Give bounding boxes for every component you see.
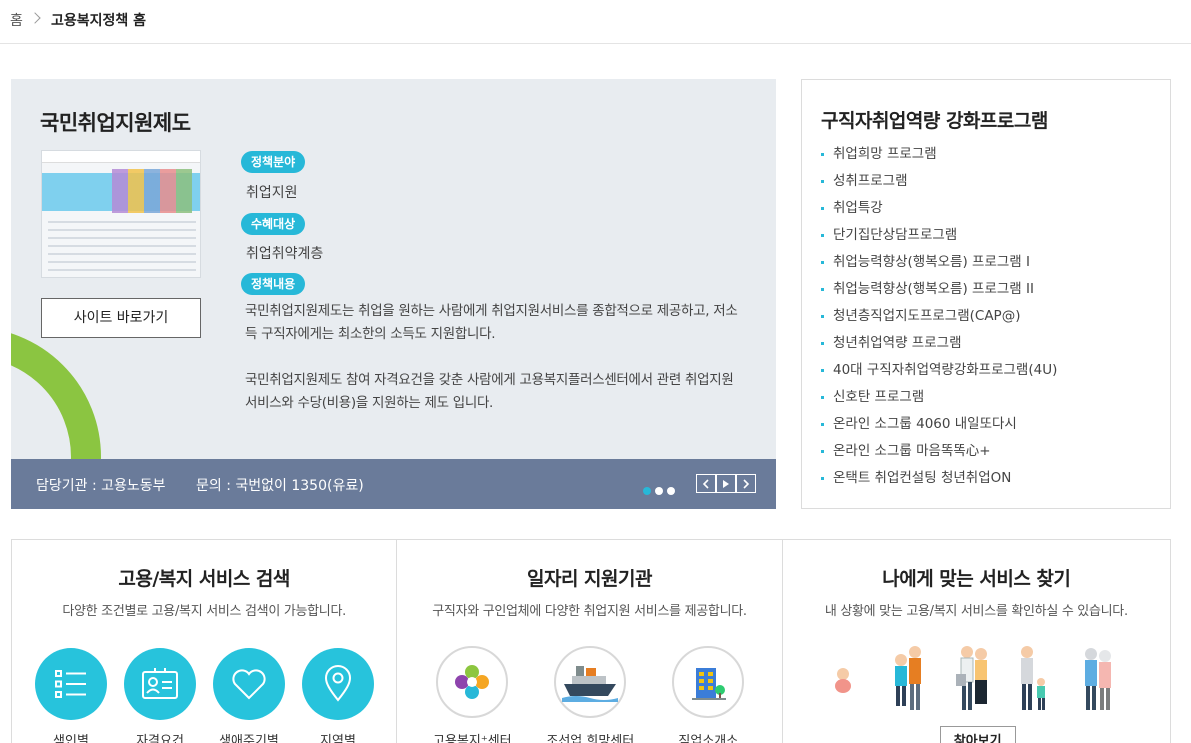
- panel-title: 일자리 지원기관: [527, 568, 652, 590]
- feature-title: 국민취업지원제도: [40, 111, 191, 135]
- lifecycle-search-button[interactable]: [213, 648, 285, 720]
- job-agency-label[interactable]: 직업소개소: [653, 730, 763, 743]
- contact-text: 문의 : 국번없이 1350(유료): [196, 478, 364, 494]
- program-link[interactable]: 취업능력향상(행복오름) 프로그램 I: [821, 250, 1057, 277]
- play-icon: [723, 479, 729, 488]
- site-visit-button[interactable]: 사이트 바로가기: [41, 298, 201, 338]
- breadcrumb-home-link[interactable]: 홈: [10, 10, 23, 30]
- field-value: 취업지원: [246, 185, 298, 201]
- region-search-button[interactable]: [302, 648, 374, 720]
- employment-welfare-center-button[interactable]: [436, 646, 509, 718]
- find-service-button[interactable]: 찾아보기: [939, 726, 1016, 743]
- ship-icon: [562, 666, 619, 702]
- service-panels: 고용/복지 서비스 검색 다양한 조건별로 고용/복지 서비스 검색이 가능합니…: [11, 539, 1171, 743]
- program-link[interactable]: 온라인 소그룹 마음똑똑心+: [821, 439, 1057, 466]
- program-link[interactable]: 청년층직업지도프로그램(CAP@): [821, 304, 1057, 331]
- chevron-right-icon: [29, 12, 41, 24]
- service-finder-panel: 나에게 맞는 서비스 찾기 내 상황에 맞는 고용/복지 서비스를 확인하실 수…: [783, 540, 1170, 743]
- shipbuilding-center-label[interactable]: 조선업 희망센터: [535, 730, 645, 743]
- panel-title: 고용/복지 서비스 검색: [118, 568, 290, 590]
- program-list: 취업희망 프로그램 성취프로그램 취업특강 단기집단상담프로그램 취업능력향상(…: [821, 142, 1057, 493]
- agency-text: 담당기관 : 고용노동부: [36, 478, 166, 494]
- shipbuilding-center-button[interactable]: [554, 646, 627, 718]
- program-link[interactable]: 취업능력향상(행복오름) 프로그램 II: [821, 277, 1057, 304]
- next-slide-button[interactable]: [736, 474, 756, 493]
- panel-subtitle: 다양한 조건별로 고용/복지 서비스 검색이 가능합니다.: [62, 604, 346, 619]
- program-list-box: 구직자취업역량 강화프로그램 취업희망 프로그램 성취프로그램 취업특강 단기집…: [801, 79, 1171, 509]
- program-list-title: 구직자취업역량 강화프로그램: [821, 110, 1048, 132]
- welfare-center-logo-icon: [455, 665, 490, 699]
- slide-dot[interactable]: [667, 487, 675, 495]
- panel-subtitle: 구직자와 구인업체에 다양한 취업지원 서비스를 제공합니다.: [432, 604, 747, 619]
- id-card-icon: [142, 668, 178, 699]
- lifecycle-search-label[interactable]: 생애주기별: [204, 730, 294, 743]
- policy-description: 국민취업지원제도는 취업을 원하는 사람에게 취업지원서비스를 종합적으로 제공…: [245, 303, 738, 342]
- slide-dot[interactable]: [655, 487, 663, 495]
- index-search-label[interactable]: 색인별: [26, 730, 116, 743]
- program-link[interactable]: 청년취업역량 프로그램: [821, 331, 1057, 358]
- program-link[interactable]: 취업희망 프로그램: [821, 142, 1057, 169]
- young-adult-figure-icon: [955, 646, 987, 710]
- prev-slide-button[interactable]: [696, 474, 716, 493]
- policy-feature-slide: 국민취업지원제도 사이트 바로가기 정책분야 취업지원 수혜대상 취업취약계층 …: [11, 79, 776, 509]
- job-agency-button[interactable]: [672, 646, 745, 718]
- service-search-panel: 고용/복지 서비스 검색 다양한 조건별로 고용/복지 서비스 검색이 가능합니…: [12, 540, 398, 743]
- region-search-label[interactable]: 지역별: [293, 730, 383, 743]
- chevron-left-icon: [702, 478, 709, 489]
- program-link[interactable]: 성취프로그램: [821, 169, 1057, 196]
- feature-footer-bar: 담당기관 : 고용노동부 문의 : 국번없이 1350(유료): [11, 459, 776, 509]
- job-agencies-panel: 일자리 지원기관 구직자와 구인업체에 다양한 취업지원 서비스를 제공합니다.…: [397, 540, 783, 743]
- chevron-right-icon: [743, 478, 750, 489]
- eligibility-search-button[interactable]: [124, 648, 196, 720]
- baby-figure-icon: [834, 668, 851, 693]
- panel-title: 나에게 맞는 서비스 찾기: [882, 568, 1071, 590]
- breadcrumb-current: 고용복지정책 홈: [51, 13, 147, 29]
- building-icon: [692, 668, 727, 700]
- program-link[interactable]: 단기집단상담프로그램: [821, 223, 1057, 250]
- index-search-button[interactable]: [35, 648, 107, 720]
- map-pin-icon: [324, 665, 352, 702]
- target-value: 취업취약계층: [246, 246, 324, 262]
- target-tag: 수혜대상: [241, 213, 306, 235]
- site-thumbnail-image: [41, 150, 201, 278]
- list-icon: [55, 670, 86, 698]
- slide-dot[interactable]: [643, 487, 651, 495]
- panel-subtitle: 내 상황에 맞는 고용/복지 서비스를 확인하실 수 있습니다.: [824, 604, 1128, 619]
- play-slide-button[interactable]: [716, 474, 736, 493]
- slide-controls: [696, 474, 756, 493]
- program-link[interactable]: 취업특강: [821, 196, 1057, 223]
- program-link[interactable]: 40대 구직자취업역량강화프로그램(4U): [821, 358, 1057, 385]
- middle-age-figure-icon: [1020, 646, 1045, 710]
- policy-description-2: 국민취업지원제도 참여 자격요건을 갖춘 사람에게 고용복지플러스센터에서 관련…: [245, 372, 734, 411]
- program-link[interactable]: 온택트 취업컨설팅 청년취업ON: [821, 466, 1057, 493]
- field-tag: 정책분야: [241, 151, 306, 173]
- elderly-figure-icon: [1084, 648, 1111, 710]
- heart-icon: [232, 669, 266, 700]
- eligibility-search-label[interactable]: 자격요건: [115, 730, 205, 743]
- slide-indicator: [643, 480, 679, 499]
- life-stage-people-illustration: [834, 646, 1111, 710]
- employment-welfare-center-label[interactable]: 고용복지⁺센터: [417, 730, 527, 743]
- content-tag: 정책내용: [241, 273, 306, 295]
- program-link[interactable]: 신호탄 프로그램: [821, 385, 1057, 412]
- child-figure-icon: [894, 646, 921, 710]
- breadcrumb: 홈 고용복지정책 홈: [0, 0, 1191, 44]
- program-link[interactable]: 온라인 소그룹 4060 내일또다시: [821, 412, 1057, 439]
